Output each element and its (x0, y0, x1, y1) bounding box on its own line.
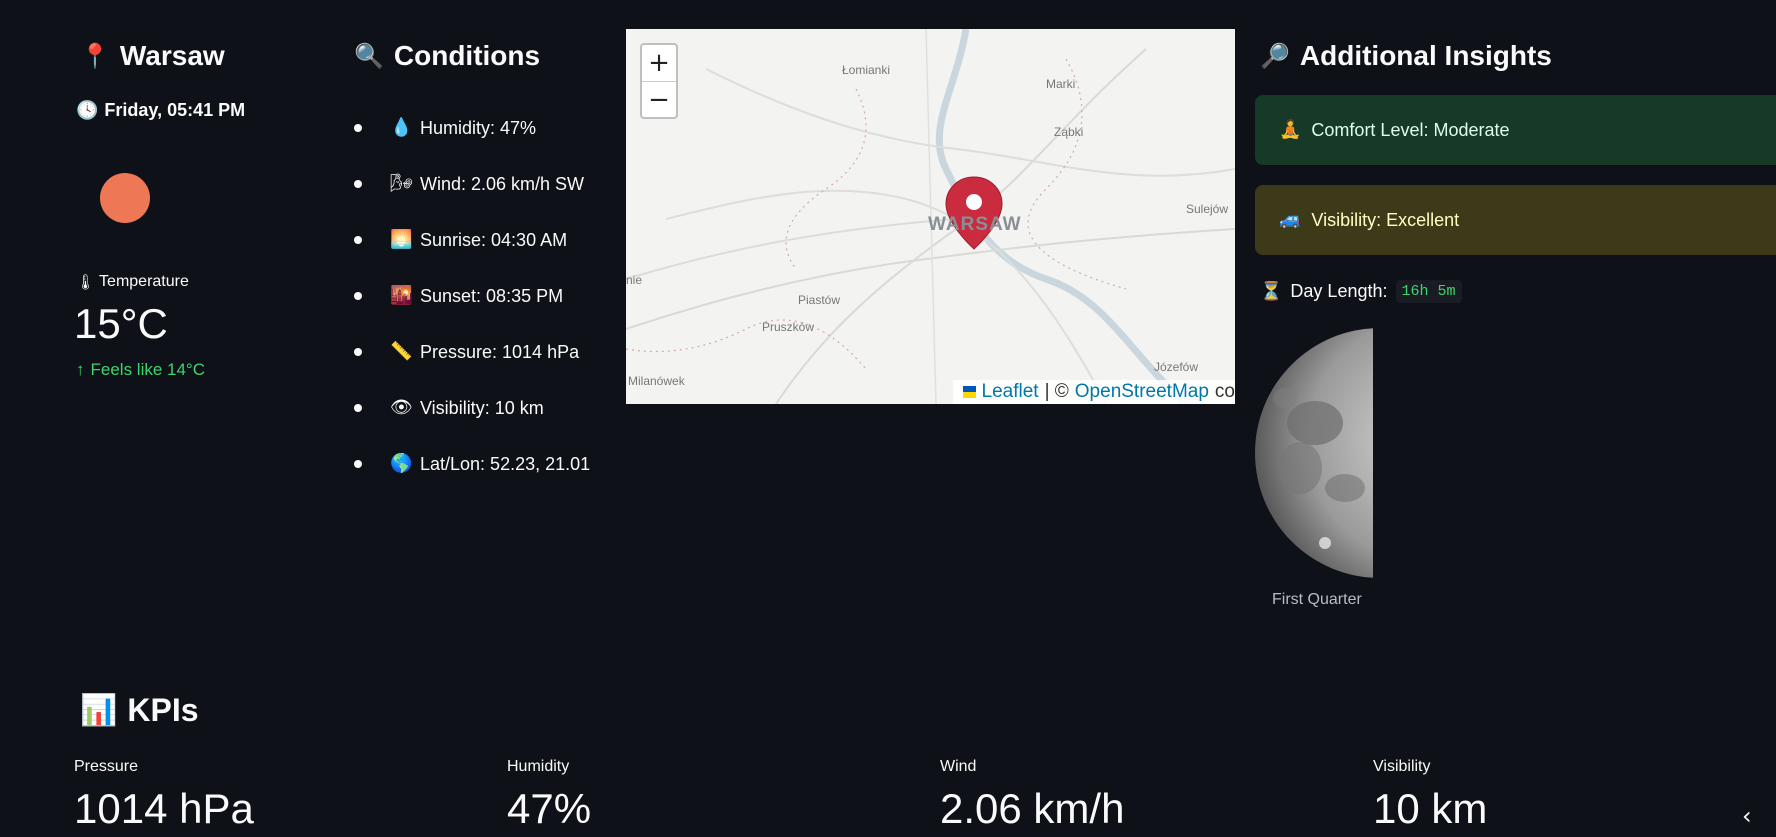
round-pushpin-icon: 📍 (80, 42, 110, 70)
conditions-header: 🔍 Conditions (354, 40, 540, 72)
condition-text: Pressure: 1014 hPa (420, 341, 580, 362)
hourglass-icon: ⏳ (1260, 280, 1283, 302)
conditions-list: 💧 Humidity: 47% 🌬 Wind: 2.06 km/h SW 🌅 Sunr… (352, 100, 590, 492)
day-length-value: 16h 5m (1395, 280, 1462, 303)
list-item: 🌅 Sunrise: 04:30 AM (352, 212, 590, 268)
kpi-value: 10 km (1373, 785, 1488, 832)
bullet (354, 348, 362, 356)
kpi-label: Humidity (507, 758, 570, 775)
wind-icon: 🌬 (390, 173, 413, 194)
meditation-icon: 🧘 (1279, 119, 1302, 140)
leaflet-link[interactable]: Leaflet (982, 381, 1039, 403)
day-length-label: Day Length: (1290, 281, 1388, 301)
kpis-title: KPIs (127, 692, 199, 728)
visibility-banner: 🚙 Visibility: Excellent (1255, 185, 1776, 255)
map-place-label: Pruszków (762, 320, 815, 334)
moon-phase-caption: First Quarter (1272, 591, 1362, 608)
map-place-label: Milanówek (628, 374, 685, 388)
magnifying-glass-icon: 🔍 (354, 42, 384, 70)
condition-text: Sunset: 08:35 PM (420, 285, 564, 306)
ukraine-flag-icon (963, 386, 976, 398)
map-place-label: Józefów (1154, 360, 1199, 374)
chevron-left-icon[interactable]: ‹ (1742, 802, 1752, 830)
list-item: 👁 Visibility: 10 km (352, 380, 590, 436)
list-item: 🌬 Wind: 2.06 km/h SW (352, 156, 590, 212)
kpis-header: 📊 KPIs (80, 692, 199, 729)
condition-text: Visibility: 10 km (420, 397, 544, 418)
bullet (354, 124, 362, 132)
feels-like-text: Feels like 14°C (90, 360, 206, 379)
map-place-label: Ząbki (1054, 125, 1084, 139)
list-item: 💧 Humidity: 47% (352, 100, 590, 156)
map-city-label: WARSAW (928, 214, 1022, 235)
conditions-title: Conditions (393, 40, 541, 71)
bullet (354, 292, 362, 300)
city-name: Warsaw (119, 40, 225, 71)
kpi-value: 1014 hPa (74, 785, 254, 832)
list-item: 🌇 Sunset: 08:35 PM (352, 268, 590, 324)
condition-text: Sunrise: 04:30 AM (420, 229, 568, 250)
feels-like-delta: ↑ Feels like 14°C (76, 360, 205, 380)
temperature-label-text: Temperature (99, 273, 189, 290)
datetime-text: Friday, 05:41 PM (104, 100, 246, 120)
eye-icon: 👁 (390, 397, 413, 418)
map-attribution: Leaflet | © OpenStreetMap co (953, 380, 1235, 404)
sunset-icon: 🌇 (390, 285, 413, 306)
temperature-value: 15°C (74, 300, 168, 347)
temperature-label: 🌡 Temperature (76, 273, 189, 291)
condition-text: Lat/Lon: 52.23, 21.01 (420, 453, 591, 474)
comfort-banner: 🧘 Comfort Level: Moderate (1255, 95, 1776, 165)
map-place-label: Piastów (798, 293, 841, 307)
kpi-label: Visibility (1373, 758, 1431, 775)
insights-header: 🔎 Additional Insights (1260, 40, 1552, 72)
kpi-value: 2.06 km/h (940, 785, 1125, 832)
city-header: 📍 Warsaw (80, 40, 225, 72)
kpi-label: Pressure (74, 758, 139, 775)
clock-icon: 🕓 (76, 99, 99, 121)
droplet-icon: 💧 (390, 117, 413, 138)
sunrise-icon: 🌅 (390, 229, 413, 250)
magnifying-glass-right-icon: 🔎 (1260, 42, 1290, 70)
bar-chart-icon: 📊 (80, 692, 118, 728)
condition-text: Wind: 2.06 km/h SW (420, 173, 585, 194)
kpi-value: 47% (507, 785, 592, 832)
map-place-label: Marki (1046, 77, 1076, 91)
bullet (354, 236, 362, 244)
visibility-text: Visibility: Excellent (1311, 209, 1460, 230)
insights-title: Additional Insights (1299, 40, 1552, 71)
map-place-label: nie (626, 273, 643, 287)
zoom-out-button[interactable]: − (642, 82, 676, 118)
bullet (354, 180, 362, 188)
condition-text: Humidity: 47% (420, 117, 537, 138)
ruler-icon: 📏 (390, 341, 413, 362)
day-length: ⏳ Day Length: 16h 5m (1260, 280, 1462, 303)
list-item: 📏 Pressure: 1014 hPa (352, 324, 590, 380)
moon-graphic (1255, 328, 1373, 578)
thermometer-icon: 🌡 (76, 274, 96, 291)
map-place-label: Sulejów (1186, 202, 1229, 216)
map-view[interactable]: + − Łomianki Marki Ząbki Sulejów Piastów… (626, 29, 1235, 404)
bullet (354, 460, 362, 468)
comfort-text: Comfort Level: Moderate (1311, 119, 1510, 140)
moon-phase-image (1255, 328, 1373, 578)
kpi-label: Wind (940, 758, 977, 775)
bullet (354, 404, 362, 412)
datetime: 🕓 Friday, 05:41 PM (76, 100, 245, 121)
attribution-tail: co (1214, 381, 1235, 402)
globe-icon: 🌎 (390, 453, 413, 474)
arrow-up-icon: ↑ (76, 360, 85, 379)
list-item: 🌎 Lat/Lon: 52.23, 21.01 (352, 436, 590, 492)
openstreetmap-link[interactable]: OpenStreetMap (1075, 381, 1209, 403)
zoom-in-button[interactable]: + (642, 45, 676, 82)
car-icon: 🚙 (1279, 209, 1302, 230)
weather-sun-icon (100, 173, 150, 223)
zoom-control: + − (640, 43, 678, 119)
map-place-label: Łomianki (842, 63, 891, 77)
attribution-separator: | © (1044, 381, 1069, 402)
